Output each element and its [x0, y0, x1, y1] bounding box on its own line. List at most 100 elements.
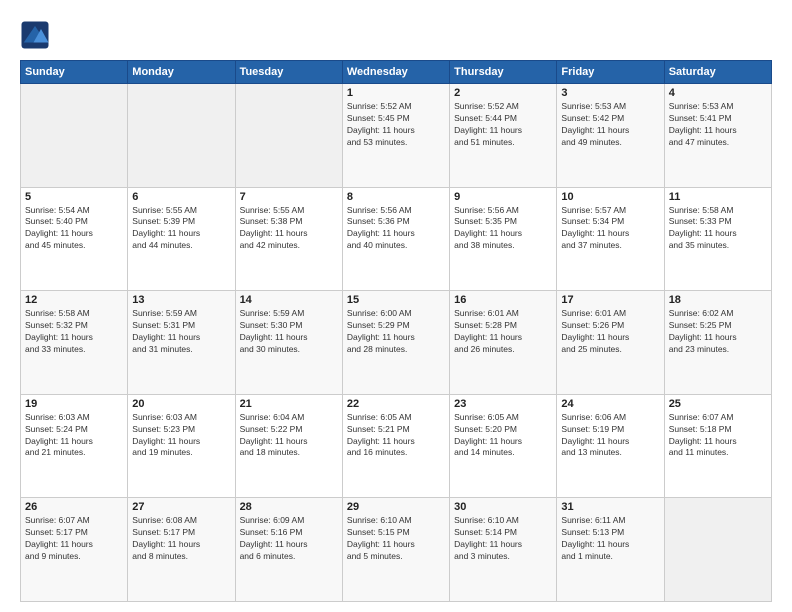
day-number: 4: [669, 87, 767, 99]
day-info: Sunrise: 6:03 AM Sunset: 5:23 PM Dayligh…: [132, 412, 230, 460]
day-info: Sunrise: 6:06 AM Sunset: 5:19 PM Dayligh…: [561, 412, 659, 460]
day-number: 26: [25, 501, 123, 513]
day-cell: 26 Sunrise: 6:07 AM Sunset: 5:17 PM Dayli…: [21, 498, 128, 602]
day-cell: 20 Sunrise: 6:03 AM Sunset: 5:23 PM Dayli…: [128, 394, 235, 498]
day-cell: 7 Sunrise: 5:55 AM Sunset: 5:38 PM Daylig…: [235, 187, 342, 291]
day-cell: 11Sunrise: 5:58 AM Sunset: 5:33 PM Dayli…: [664, 187, 771, 291]
day-info: Sunrise: 5:55 AM Sunset: 5:38 PM Dayligh…: [240, 205, 338, 253]
day-cell: 28 Sunrise: 6:09 AM Sunset: 5:16 PM Dayli…: [235, 498, 342, 602]
day-cell: 8 Sunrise: 5:56 AM Sunset: 5:36 PM Daylig…: [342, 187, 449, 291]
week-row-3: 12 Sunrise: 5:58 AM Sunset: 5:32 PM Dayli…: [21, 291, 772, 395]
day-cell: 10Sunrise: 5:57 AM Sunset: 5:34 PM Dayli…: [557, 187, 664, 291]
day-cell: 23Sunrise: 6:05 AM Sunset: 5:20 PM Dayli…: [450, 394, 557, 498]
day-info: Sunrise: 5:53 AM Sunset: 5:42 PM Dayligh…: [561, 101, 659, 149]
day-number: 19: [25, 398, 123, 410]
day-info: Sunrise: 6:08 AM Sunset: 5:17 PM Dayligh…: [132, 515, 230, 563]
day-cell: 31Sunrise: 6:11 AM Sunset: 5:13 PM Dayli…: [557, 498, 664, 602]
col-sunday: Sunday: [21, 61, 128, 84]
col-friday: Friday: [557, 61, 664, 84]
day-number: 8: [347, 191, 445, 203]
col-wednesday: Wednesday: [342, 61, 449, 84]
week-row-2: 5Sunrise: 5:54 AM Sunset: 5:40 PM Daylig…: [21, 187, 772, 291]
col-saturday: Saturday: [664, 61, 771, 84]
day-number: 20: [132, 398, 230, 410]
day-number: 12: [25, 294, 123, 306]
day-cell: 12 Sunrise: 5:58 AM Sunset: 5:32 PM Dayli…: [21, 291, 128, 395]
header-row: Sunday Monday Tuesday Wednesday Thursday…: [21, 61, 772, 84]
day-number: 13: [132, 294, 230, 306]
col-thursday: Thursday: [450, 61, 557, 84]
day-cell: 22 Sunrise: 6:05 AM Sunset: 5:21 PM Dayli…: [342, 394, 449, 498]
day-info: Sunrise: 5:53 AM Sunset: 5:41 PM Dayligh…: [669, 101, 767, 149]
day-number: 17: [561, 294, 659, 306]
day-info: Sunrise: 5:54 AM Sunset: 5:40 PM Dayligh…: [25, 205, 123, 253]
day-number: 21: [240, 398, 338, 410]
day-info: Sunrise: 6:10 AM Sunset: 5:14 PM Dayligh…: [454, 515, 552, 563]
header: [20, 20, 772, 50]
day-cell: 2Sunrise: 5:52 AM Sunset: 5:44 PM Daylig…: [450, 84, 557, 188]
day-cell: 13 Sunrise: 5:59 AM Sunset: 5:31 PM Dayli…: [128, 291, 235, 395]
col-tuesday: Tuesday: [235, 61, 342, 84]
day-cell: 14Sunrise: 5:59 AM Sunset: 5:30 PM Dayli…: [235, 291, 342, 395]
day-number: 18: [669, 294, 767, 306]
day-cell: 3 Sunrise: 5:53 AM Sunset: 5:42 PM Daylig…: [557, 84, 664, 188]
day-cell: 18 Sunrise: 6:02 AM Sunset: 5:25 PM Dayli…: [664, 291, 771, 395]
day-number: 10: [561, 191, 659, 203]
day-info: Sunrise: 6:11 AM Sunset: 5:13 PM Dayligh…: [561, 515, 659, 563]
day-number: 6: [132, 191, 230, 203]
day-number: 27: [132, 501, 230, 513]
day-number: 25: [669, 398, 767, 410]
day-info: Sunrise: 6:09 AM Sunset: 5:16 PM Dayligh…: [240, 515, 338, 563]
day-cell: 25 Sunrise: 6:07 AM Sunset: 5:18 PM Dayli…: [664, 394, 771, 498]
day-cell: 19 Sunrise: 6:03 AM Sunset: 5:24 PM Dayli…: [21, 394, 128, 498]
day-number: 30: [454, 501, 552, 513]
week-row-1: 1 Sunrise: 5:52 AM Sunset: 5:45 PM Daylig…: [21, 84, 772, 188]
day-number: 28: [240, 501, 338, 513]
day-info: Sunrise: 6:10 AM Sunset: 5:15 PM Dayligh…: [347, 515, 445, 563]
day-info: Sunrise: 6:02 AM Sunset: 5:25 PM Dayligh…: [669, 308, 767, 356]
day-number: 3: [561, 87, 659, 99]
day-cell: [235, 84, 342, 188]
day-cell: 24 Sunrise: 6:06 AM Sunset: 5:19 PM Dayli…: [557, 394, 664, 498]
day-info: Sunrise: 6:05 AM Sunset: 5:21 PM Dayligh…: [347, 412, 445, 460]
logo: [20, 20, 54, 50]
day-cell: 6 Sunrise: 5:55 AM Sunset: 5:39 PM Daylig…: [128, 187, 235, 291]
day-cell: 17 Sunrise: 6:01 AM Sunset: 5:26 PM Dayli…: [557, 291, 664, 395]
day-info: Sunrise: 6:03 AM Sunset: 5:24 PM Dayligh…: [25, 412, 123, 460]
day-info: Sunrise: 5:55 AM Sunset: 5:39 PM Dayligh…: [132, 205, 230, 253]
day-cell: 4 Sunrise: 5:53 AM Sunset: 5:41 PM Daylig…: [664, 84, 771, 188]
day-info: Sunrise: 5:59 AM Sunset: 5:31 PM Dayligh…: [132, 308, 230, 356]
day-info: Sunrise: 6:07 AM Sunset: 5:17 PM Dayligh…: [25, 515, 123, 563]
day-cell: 21 Sunrise: 6:04 AM Sunset: 5:22 PM Dayli…: [235, 394, 342, 498]
day-info: Sunrise: 6:00 AM Sunset: 5:29 PM Dayligh…: [347, 308, 445, 356]
calendar-body: 1 Sunrise: 5:52 AM Sunset: 5:45 PM Daylig…: [21, 84, 772, 602]
day-number: 1: [347, 87, 445, 99]
day-cell: 30 Sunrise: 6:10 AM Sunset: 5:14 PM Dayli…: [450, 498, 557, 602]
logo-icon: [20, 20, 50, 50]
day-cell: [21, 84, 128, 188]
day-cell: 29 Sunrise: 6:10 AM Sunset: 5:15 PM Dayli…: [342, 498, 449, 602]
day-number: 22: [347, 398, 445, 410]
day-number: 24: [561, 398, 659, 410]
day-number: 7: [240, 191, 338, 203]
day-info: Sunrise: 5:56 AM Sunset: 5:35 PM Dayligh…: [454, 205, 552, 253]
day-info: Sunrise: 6:07 AM Sunset: 5:18 PM Dayligh…: [669, 412, 767, 460]
day-number: 9: [454, 191, 552, 203]
day-number: 2: [454, 87, 552, 99]
day-number: 29: [347, 501, 445, 513]
day-info: Sunrise: 5:56 AM Sunset: 5:36 PM Dayligh…: [347, 205, 445, 253]
day-info: Sunrise: 5:52 AM Sunset: 5:45 PM Dayligh…: [347, 101, 445, 149]
day-info: Sunrise: 5:59 AM Sunset: 5:30 PM Dayligh…: [240, 308, 338, 356]
day-cell: 9 Sunrise: 5:56 AM Sunset: 5:35 PM Daylig…: [450, 187, 557, 291]
day-cell: [128, 84, 235, 188]
day-info: Sunrise: 6:01 AM Sunset: 5:26 PM Dayligh…: [561, 308, 659, 356]
day-info: Sunrise: 6:05 AM Sunset: 5:20 PM Dayligh…: [454, 412, 552, 460]
day-info: Sunrise: 5:58 AM Sunset: 5:32 PM Dayligh…: [25, 308, 123, 356]
day-cell: 5Sunrise: 5:54 AM Sunset: 5:40 PM Daylig…: [21, 187, 128, 291]
page: Sunday Monday Tuesday Wednesday Thursday…: [0, 0, 792, 612]
day-cell: 15Sunrise: 6:00 AM Sunset: 5:29 PM Dayli…: [342, 291, 449, 395]
day-info: Sunrise: 6:04 AM Sunset: 5:22 PM Dayligh…: [240, 412, 338, 460]
week-row-4: 19 Sunrise: 6:03 AM Sunset: 5:24 PM Dayli…: [21, 394, 772, 498]
calendar-table: Sunday Monday Tuesday Wednesday Thursday…: [20, 60, 772, 602]
day-number: 11: [669, 191, 767, 203]
